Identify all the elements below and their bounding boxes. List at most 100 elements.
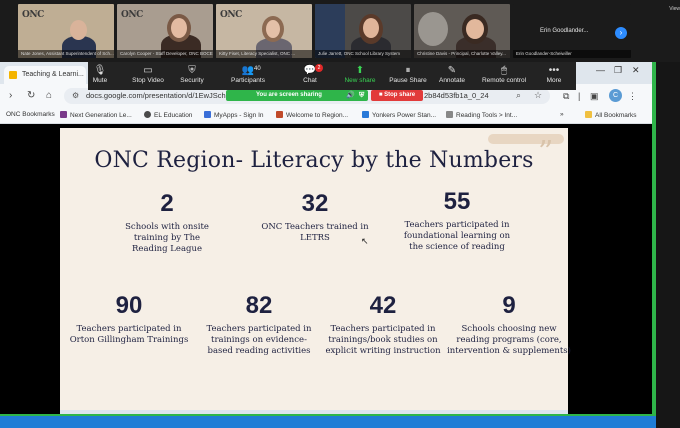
bookmark-onc[interactable]: ONC Bookmarks [6,111,55,118]
participant-tile-kitty[interactable]: ONC Kitty Fiset, Literacy Specialist, ON… [216,4,312,58]
participant-name: Nate Jones, Assistant Superintendent of … [18,50,114,58]
stat-explicit-writing: 42 Teachers participated in trainings/bo… [318,292,448,357]
participant-tile-carolyn[interactable]: ONC Carolyn Cooper - Staff Developer, ON… [117,4,213,58]
more-button[interactable]: ••• More [530,65,578,84]
sidebar-icon[interactable]: ▣ [590,91,599,102]
bookmark-icon [204,111,211,118]
browser-window: Teaching & Learni... — ❐ ✕ › ↻ ⌂ ⚙ docs.… [0,62,652,414]
stop-share-button[interactable]: ■ Stop share [371,90,423,101]
pause-icon: ⏸ [405,65,411,76]
security-shield-icon[interactable]: ⛨ [359,90,364,101]
site-info-icon[interactable]: ⚙ [72,91,79,100]
bookmark-myapps[interactable]: MyApps - Sign In [204,111,264,119]
chat-bubble-icon: 💬 [303,65,317,76]
presentation-canvas: ” ONC Region- Literacy by the Numbers 2 … [0,124,652,414]
stat-label: ONC Teachers trained in LETRS [261,222,369,243]
video-camera-icon: ▭ [143,65,153,76]
close-icon[interactable]: ✕ [632,65,640,76]
bookmark-label: MyApps - Sign In [214,112,264,119]
mute-button[interactable]: 🎙 Mute [76,65,124,84]
separator: | [578,91,581,101]
wildcat-mascot [418,12,448,46]
share-border-right [652,62,656,428]
participant-name: Christine Davis - Principal, Charlotte V… [414,50,510,58]
stat-reading-league: 2 Schools with onsite training by The Re… [102,190,232,255]
participant-name: Julie Jarrett, ONC School Library System [315,50,411,58]
remote-control-label: Remote control [481,77,527,84]
stat-number: 9 [502,292,516,319]
participant-tile-christine[interactable]: Christine Davis - Principal, Charlotte V… [414,4,510,58]
bookmarks-more-icon[interactable]: » [560,111,564,118]
stat-label: Schools choosing new reading programs (c… [447,324,571,356]
bookmark-label: Yonkers Power Stan... [372,112,437,119]
bookmarks-bar: ONC Bookmarks Next Generation Le... EL E… [0,108,652,124]
slide: ” ONC Region- Literacy by the Numbers 2 … [60,128,571,412]
url-text-left: docs.google.com/presentation/d/1EwJSch [86,91,226,100]
participant-display-name: Erin Goodlander... [540,28,589,34]
reload-icon[interactable]: ↻ [27,90,35,101]
mute-label: Mute [92,77,108,84]
stat-number: 82 [245,292,273,319]
people-icon: 👥 [241,65,255,76]
restore-icon[interactable]: ❐ [614,65,622,76]
screen-sharing-banner: You are screen sharing 🔊 ⛨ [226,90,368,101]
bookmark-welcome-region[interactable]: Welcome to Region... [276,111,348,119]
bookmark-reading-tools[interactable]: Reading Tools > Int... [446,111,517,119]
share-arrow-icon: ⬆ [355,65,365,76]
bookmark-next-generation[interactable]: Next Generation Le... [60,111,132,119]
chat-button[interactable]: 💬 2 Chat [286,64,334,84]
profile-avatar[interactable]: C [609,89,622,102]
participant-tile-julie[interactable]: Julie Jarrett, ONC School Library System [315,4,411,58]
security-button[interactable]: ⛨ Security [168,65,216,84]
annotate-button[interactable]: ✎ Annotate [428,65,476,84]
desktop-background [0,414,656,428]
stop-video-button[interactable]: ▭ Stop Video [124,65,172,84]
right-margin [656,62,680,428]
annotate-label: Annotate [438,77,466,84]
kebab-menu-icon[interactable]: ⋮ [628,91,637,102]
participants-button[interactable]: 👥 40 Participants [224,65,272,84]
bookmark-icon [276,111,283,118]
bookmark-icon [60,111,67,118]
stop-share-label: Stop share [384,92,416,98]
stat-science-of-reading: 55 Teachers participated in foundational… [392,188,522,253]
tab-title: Teaching & Learni... [22,71,84,78]
remote-control-button[interactable]: 🖱 Remote control [480,65,528,84]
participant-face [70,20,87,40]
chevron-right-icon[interactable]: › [615,27,627,39]
bookmark-icon [446,111,453,118]
home-icon[interactable]: ⌂ [46,90,52,101]
bookmark-yonkers[interactable]: Yonkers Power Stan... [362,111,436,119]
bookmark-el-education[interactable]: EL Education [144,111,192,119]
extensions-icon[interactable]: ⧉ [563,91,569,102]
tab-teaching-learning[interactable]: Teaching & Learni... [4,66,86,84]
onc-logo: ONC [121,10,143,20]
more-label: More [546,77,562,84]
audio-icon[interactable]: 🔊 [346,90,355,101]
new-share-button[interactable]: ⬆ New share [336,65,384,84]
participants-count: 40 [254,66,261,72]
share-border-bottom [0,414,656,416]
url-text-right: 2b84d53fb1a_0_24 [424,91,489,100]
zoom-icon[interactable]: ⌕ [516,90,521,101]
all-bookmarks-label: All Bookmarks [595,112,637,119]
bookmark-label: Reading Tools > Int... [456,112,518,119]
forward-icon[interactable]: › [9,90,12,101]
stat-number: 42 [369,292,397,319]
bookmark-star-icon[interactable]: ☆ [534,90,542,101]
minimize-icon[interactable]: — [596,65,605,75]
stat-label: Teachers participated in foundational le… [403,220,511,252]
participant-tile-nate[interactable]: ONC Nate Jones, Assistant Superintendent… [18,4,114,58]
participant-name: Erin Goodlander-Scheiwiller [513,50,631,58]
bookmark-label: EL Education [154,112,193,119]
view-button[interactable]: View [669,6,680,12]
globe-icon [144,111,151,118]
stat-number: 2 [160,190,174,217]
stat-label: Schools with onsite training by The Read… [125,222,209,254]
stat-label: Teachers participated in Orton Gillingha… [69,324,189,345]
pause-share-label: Pause Share [389,77,427,84]
all-bookmarks[interactable]: All Bookmarks [585,111,637,119]
pause-share-button[interactable]: ⏸ Pause Share [384,65,432,84]
ellipsis-icon: ••• [548,65,560,76]
shield-icon: ⛨ [188,65,196,76]
